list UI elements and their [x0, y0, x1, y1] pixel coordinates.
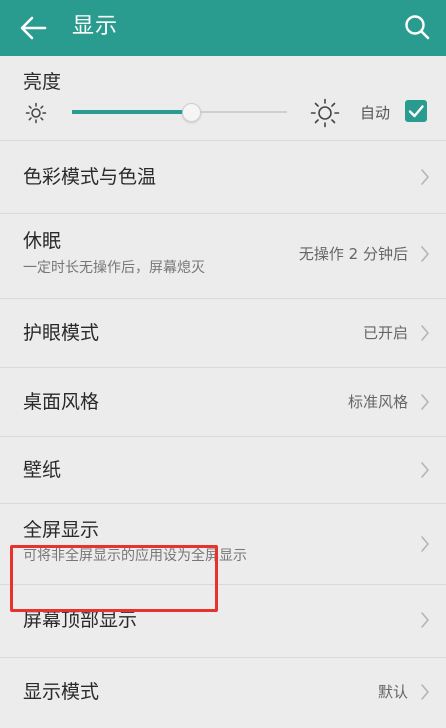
- slider-fill: [72, 110, 191, 114]
- setting-value: 已开启: [362, 324, 408, 342]
- chevron-right-icon: [421, 394, 429, 410]
- auto-brightness-checkbox[interactable]: [405, 100, 427, 122]
- arrow-left-icon[interactable]: [18, 14, 48, 42]
- setting-row-desktop-style[interactable]: 桌面风格 标准风格: [0, 368, 446, 437]
- chevron-right-icon: [421, 169, 429, 185]
- setting-title: 护眼模式: [23, 322, 100, 344]
- brightness-section: 亮度 自动: [0, 56, 446, 141]
- chevron-right-icon: [421, 612, 429, 628]
- page-title: 显示: [72, 14, 119, 39]
- setting-row-screen-top-display[interactable]: 屏幕顶部显示: [0, 585, 446, 658]
- brightness-slider[interactable]: [72, 102, 287, 122]
- auto-brightness-label: 自动: [360, 104, 391, 122]
- app-bar: 显示: [0, 0, 446, 56]
- setting-subtitle: 可将非全屏显示的应用设为全屏显示: [23, 548, 247, 564]
- setting-row-eye-comfort[interactable]: 护眼模式 已开启: [0, 299, 446, 368]
- chevron-right-icon: [421, 684, 429, 700]
- setting-title: 色彩模式与色温: [23, 166, 157, 188]
- setting-title: 桌面风格: [23, 391, 100, 413]
- chevron-right-icon: [421, 536, 429, 552]
- setting-row-sleep[interactable]: 休眠 一定时长无操作后，屏幕熄灭 无操作 2 分钟后: [0, 214, 446, 299]
- sun-small-icon: [25, 102, 47, 124]
- setting-value: 标准风格: [347, 393, 408, 411]
- chevron-right-icon: [421, 462, 429, 478]
- setting-row-display-mode[interactable]: 显示模式 默认: [0, 658, 446, 728]
- setting-row-color-mode[interactable]: 色彩模式与色温: [0, 141, 446, 214]
- setting-value: 无操作 2 分钟后: [298, 245, 408, 263]
- setting-row-wallpaper[interactable]: 壁纸: [0, 437, 446, 504]
- chevron-right-icon: [421, 246, 429, 262]
- chevron-right-icon: [421, 325, 429, 341]
- search-icon[interactable]: [402, 12, 432, 42]
- setting-row-full-screen[interactable]: 全屏显示 可将非全屏显示的应用设为全屏显示: [0, 504, 446, 585]
- setting-value: 默认: [377, 683, 408, 701]
- setting-title: 壁纸: [23, 459, 62, 481]
- setting-subtitle: 一定时长无操作后，屏幕熄灭: [23, 260, 205, 276]
- setting-title: 全屏显示: [23, 519, 100, 541]
- checkmark-icon: [408, 105, 424, 118]
- brightness-label: 亮度: [23, 71, 62, 93]
- setting-title: 屏幕顶部显示: [23, 609, 138, 631]
- setting-title: 显示模式: [23, 681, 100, 703]
- setting-title: 休眠: [23, 230, 62, 252]
- settings-list: 亮度 自动 色彩模式与色温 休眠 一定时长无操作后，屏幕熄灭 无操作 2 分钟后…: [0, 56, 446, 728]
- sun-large-icon: [310, 98, 340, 128]
- slider-thumb[interactable]: [182, 103, 202, 122]
